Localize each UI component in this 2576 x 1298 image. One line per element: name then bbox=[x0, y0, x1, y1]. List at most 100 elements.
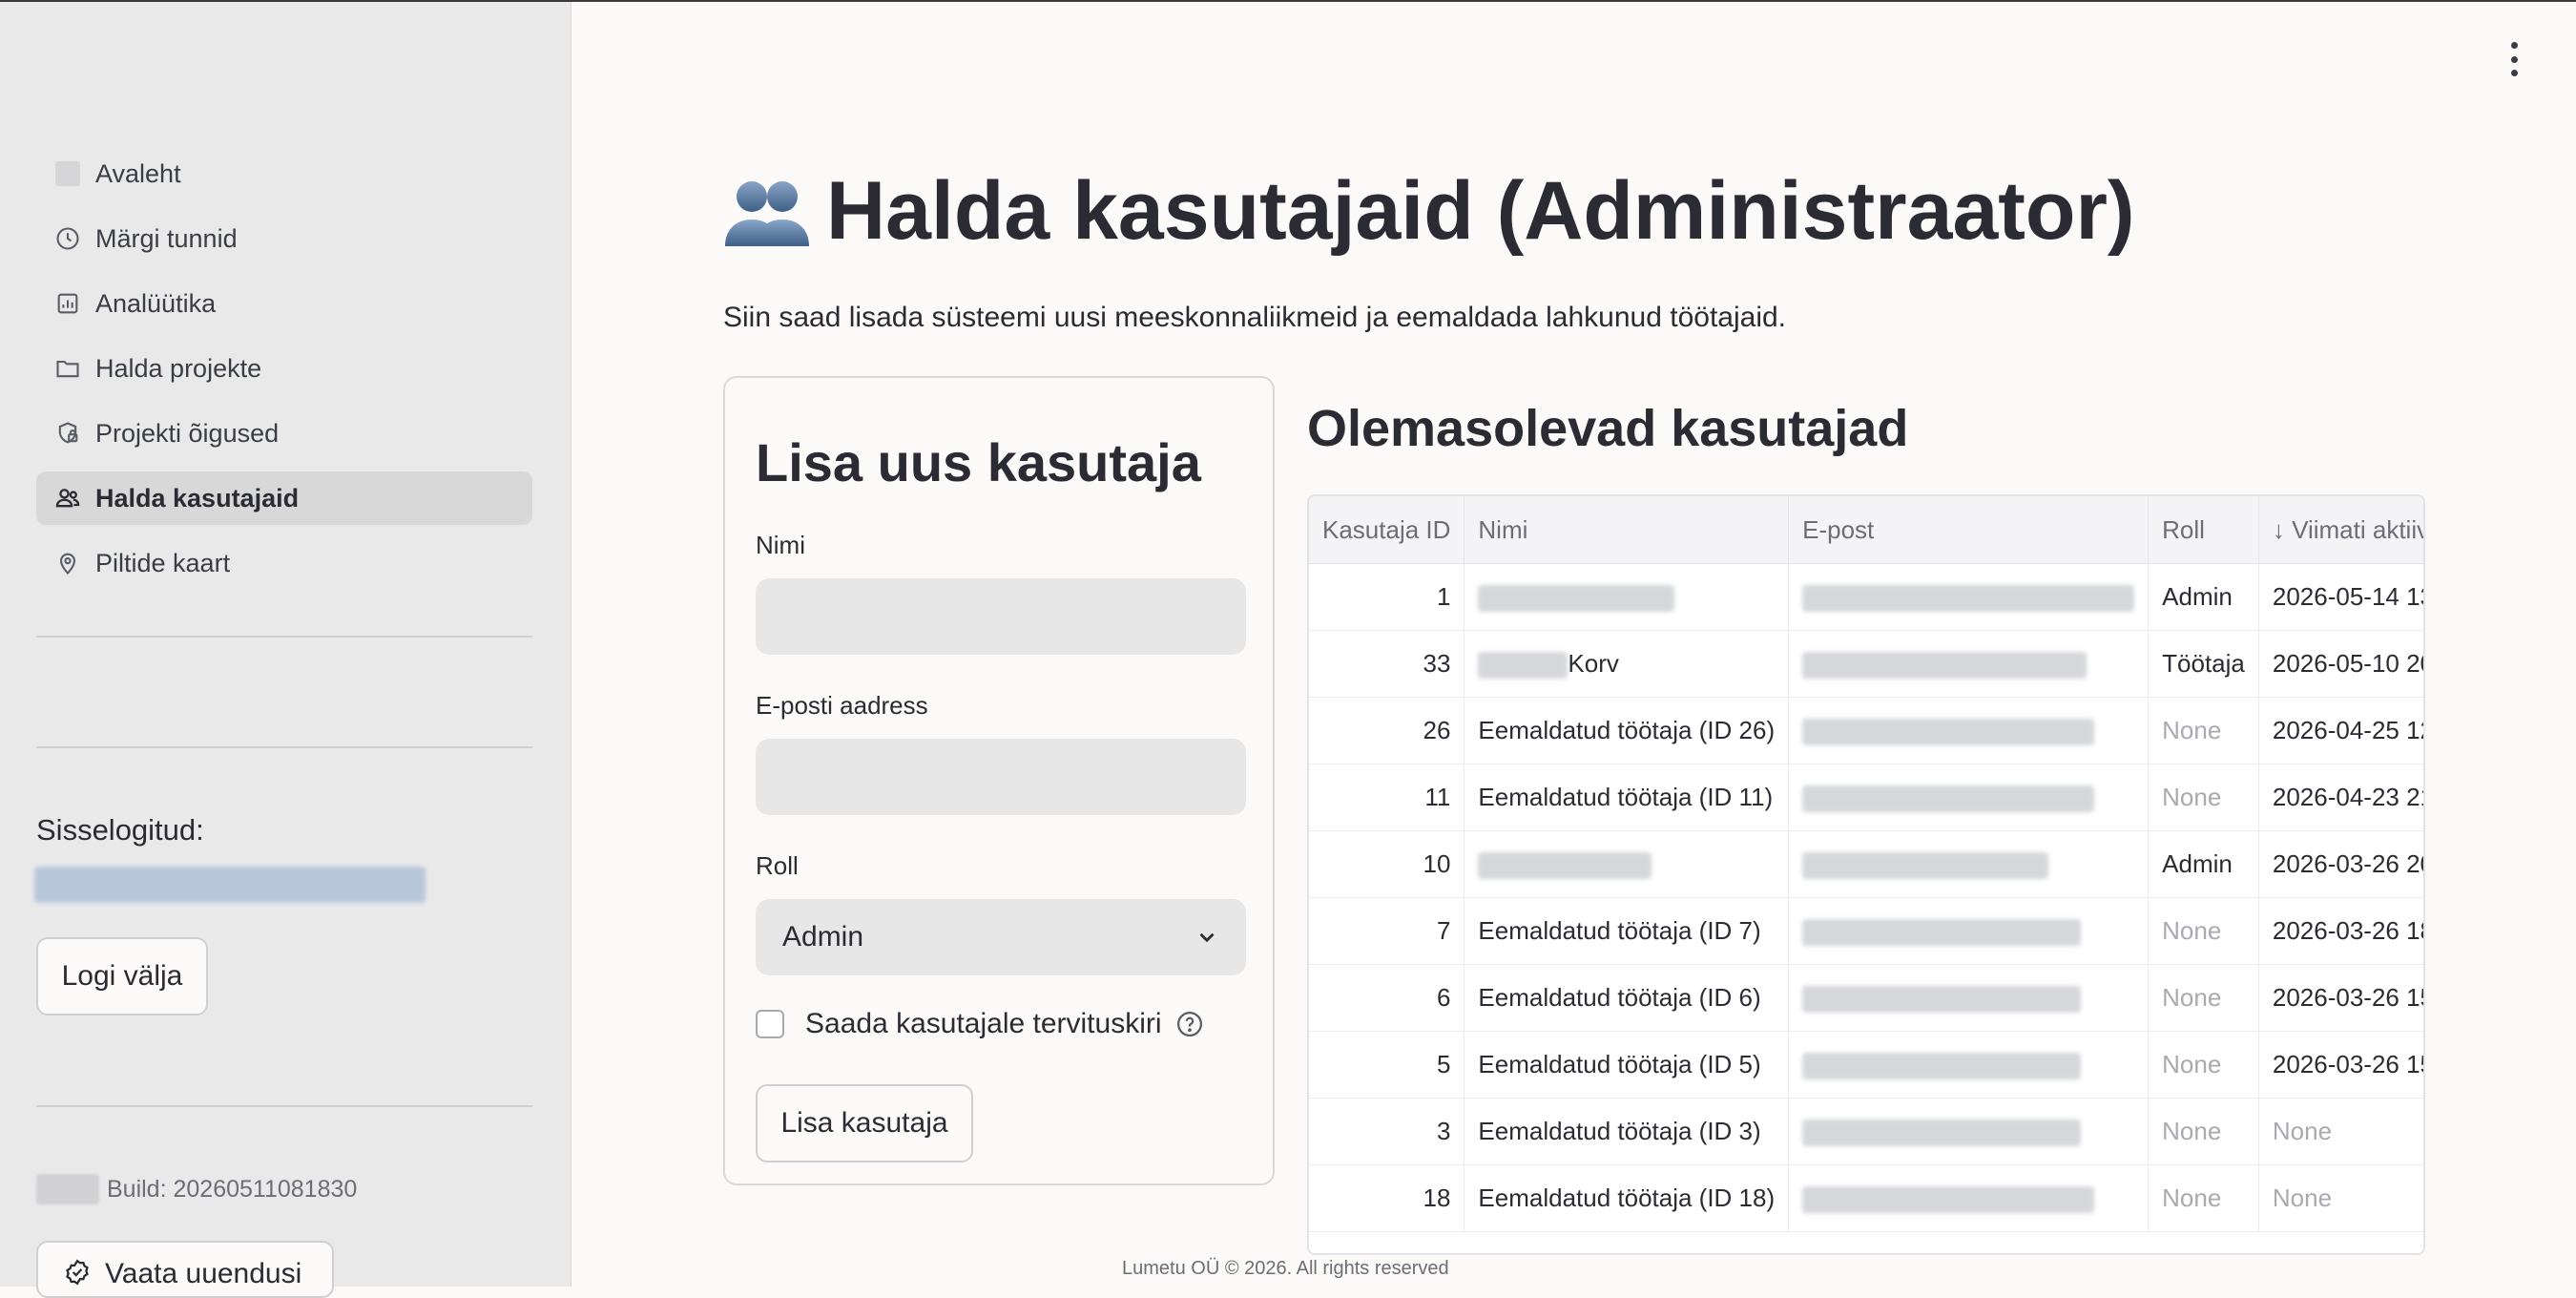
logout-button[interactable]: Logi välja bbox=[36, 937, 208, 1015]
cell-name-text: Eemaldatud töötaja (ID 26) bbox=[1478, 716, 1776, 744]
cell-id: 1 bbox=[1309, 563, 1465, 631]
redacted-email bbox=[1802, 785, 2095, 813]
users-icon bbox=[53, 484, 82, 513]
email-input[interactable] bbox=[756, 739, 1246, 815]
column-header-last-active[interactable]: ↓ Viimati aktiivne bbox=[2258, 496, 2423, 564]
cell-email bbox=[1788, 830, 2150, 898]
redacted-name bbox=[1478, 585, 1675, 613]
redacted-name bbox=[1478, 652, 1568, 680]
cell-id: 5 bbox=[1309, 1031, 1465, 1099]
cell-role: None bbox=[2148, 1031, 2259, 1099]
sidebar-item-label: Halda kasutajaid bbox=[95, 483, 300, 513]
redacted-email bbox=[1802, 652, 2088, 680]
users-emoji-icon bbox=[725, 180, 809, 246]
redacted-email bbox=[1802, 719, 2095, 746]
help-icon[interactable] bbox=[1175, 1010, 1204, 1038]
redacted-email bbox=[1802, 1186, 2095, 1214]
cell-name bbox=[1464, 563, 1790, 631]
cell-name: Eemaldatud töötaja (ID 3) bbox=[1464, 1098, 1790, 1165]
cell-last-active: 2026-03-26 20: bbox=[2258, 830, 2423, 898]
welcome-email-label: Saada kasutajale tervituskiri bbox=[805, 1008, 1162, 1039]
sidebar-item-projekti-oigused[interactable]: Projekti õigused bbox=[36, 407, 532, 460]
sidebar-item-halda-kasutajaid[interactable]: Halda kasutajaid bbox=[36, 471, 532, 525]
chart-icon bbox=[53, 289, 82, 318]
cell-name: Eemaldatud töötaja (ID 18) bbox=[1464, 1164, 1790, 1232]
cell-role: None bbox=[2148, 697, 2259, 764]
sidebar-item-avaleht[interactable]: Avaleht bbox=[36, 147, 532, 200]
table-row[interactable]: 7 Eemaldatud töötaja (ID 7) None 2026-03-26… bbox=[1309, 897, 2423, 965]
sidebar: Avaleht Märgi tunnid Analüütika Halda pr… bbox=[0, 2, 571, 1298]
table-row[interactable]: 11 Eemaldatud töötaja (ID 11) None 2026-04-… bbox=[1309, 764, 2423, 831]
table-row[interactable]: 3 Eemaldatud töötaja (ID 3) None None bbox=[1309, 1098, 2423, 1165]
view-updates-button[interactable]: Vaata uuendusi bbox=[36, 1241, 334, 1298]
table-header-row: Kasutaja ID Nimi E-post Roll ↓ Viimati a… bbox=[1309, 496, 2423, 564]
cell-email bbox=[1788, 563, 2150, 631]
cell-id: 7 bbox=[1309, 897, 1465, 965]
users-table-title: Olemasolevad kasutajad bbox=[1307, 400, 1909, 457]
sidebar-divider bbox=[36, 636, 532, 638]
main-menu-button[interactable] bbox=[2500, 42, 2528, 76]
cell-role: None bbox=[2148, 964, 2259, 1032]
cell-role: Admin bbox=[2148, 830, 2259, 898]
sidebar-item-margi-tunnid[interactable]: Märgi tunnid bbox=[36, 212, 532, 265]
cell-name: Eemaldatud töötaja (ID 26) bbox=[1464, 697, 1790, 764]
table-row[interactable]: 6 Eemaldatud töötaja (ID 6) None 2026-03-26… bbox=[1309, 964, 2423, 1032]
form-title: Lisa uus kasutaja bbox=[756, 432, 1201, 492]
folder-icon bbox=[53, 354, 82, 383]
cell-name: Eemaldatud töötaja (ID 7) bbox=[1464, 897, 1790, 965]
sidebar-nav: Avaleht Märgi tunnid Analüütika Halda pr… bbox=[36, 147, 532, 601]
chevron-down-icon bbox=[1199, 932, 1215, 943]
cell-role: None bbox=[2148, 1164, 2259, 1232]
role-label: Roll bbox=[756, 851, 799, 880]
welcome-email-checkbox[interactable] bbox=[756, 1010, 784, 1038]
cell-name: Eemaldatud töötaja (ID 6) bbox=[1464, 964, 1790, 1032]
cell-last-active: 2026-05-14 13: bbox=[2258, 563, 2423, 631]
cell-email bbox=[1788, 1031, 2150, 1099]
cell-name-text: Korv bbox=[1568, 648, 1619, 678]
sidebar-item-halda-projekte[interactable]: Halda projekte bbox=[36, 342, 532, 395]
table-row[interactable]: 10 Admin 2026-03-26 20: bbox=[1309, 830, 2423, 898]
cell-id: 3 bbox=[1309, 1098, 1465, 1165]
sidebar-item-label: Projekti õigused bbox=[95, 418, 280, 448]
table-row[interactable]: 26 Eemaldatud töötaja (ID 26) None 2026-04-… bbox=[1309, 697, 2423, 764]
footer-text: Lumetu OÜ © 2026. All rights reserved bbox=[1122, 1258, 1449, 1279]
name-input[interactable] bbox=[756, 578, 1246, 655]
redacted-email bbox=[1802, 919, 2082, 947]
cell-name-text: Eemaldatud töötaja (ID 7) bbox=[1478, 916, 1761, 945]
users-table-body: 1 Admin 2026-05-14 13: 33 Korv Töötaja 2026-05… bbox=[1309, 563, 2423, 1232]
sidebar-item-piltide-kaart[interactable]: Piltide kaart bbox=[36, 536, 532, 590]
cell-email bbox=[1788, 897, 2150, 965]
cell-last-active: 2026-03-26 15: bbox=[2258, 964, 2423, 1032]
table-row[interactable]: 5 Eemaldatud töötaja (ID 5) None 2026-03-26… bbox=[1309, 1031, 2423, 1099]
home-placeholder-icon bbox=[53, 159, 82, 188]
column-header-id[interactable]: Kasutaja ID bbox=[1309, 496, 1465, 564]
column-header-email[interactable]: E-post bbox=[1788, 496, 2150, 564]
table-row[interactable]: 1 Admin 2026-05-14 13: bbox=[1309, 563, 2423, 631]
sidebar-item-label: Analüütika bbox=[95, 288, 217, 318]
add-user-button[interactable]: Lisa kasutaja bbox=[756, 1084, 973, 1162]
redacted-email bbox=[1802, 585, 2135, 613]
sidebar-item-label: Piltide kaart bbox=[95, 548, 231, 577]
table-row[interactable]: 18 Eemaldatud töötaja (ID 18) None None bbox=[1309, 1164, 2423, 1232]
sidebar-item-label: Halda projekte bbox=[95, 353, 262, 383]
kebab-dot bbox=[2510, 42, 2518, 49]
logged-in-user-redacted bbox=[34, 867, 426, 903]
cell-name-text: Eemaldatud töötaja (ID 6) bbox=[1478, 983, 1761, 1012]
page-title-text: Halda kasutajaid (Administraator) bbox=[826, 165, 2135, 257]
cell-name-text: Eemaldatud töötaja (ID 18) bbox=[1478, 1183, 1776, 1212]
badge-check-icon bbox=[66, 1259, 89, 1286]
build-logo-redacted bbox=[36, 1174, 99, 1204]
cell-name-text: Eemaldatud töötaja (ID 3) bbox=[1478, 1117, 1761, 1145]
role-select[interactable]: Admin bbox=[756, 899, 1246, 975]
name-label: Nimi bbox=[756, 531, 805, 559]
welcome-email-option: Saada kasutajale tervituskiri bbox=[756, 1008, 1204, 1040]
column-header-name[interactable]: Nimi bbox=[1464, 496, 1790, 564]
cell-id: 33 bbox=[1309, 630, 1465, 698]
cell-name: Korv bbox=[1464, 630, 1790, 698]
users-table-container[interactable]: Kasutaja ID Nimi E-post Roll ↓ Viimati a… bbox=[1307, 494, 2425, 1255]
table-row[interactable]: 33 Korv Töötaja 2026-05-10 20: bbox=[1309, 630, 2423, 698]
cell-last-active: 2026-03-26 18: bbox=[2258, 897, 2423, 965]
cell-role: None bbox=[2148, 897, 2259, 965]
column-header-role[interactable]: Roll bbox=[2148, 496, 2259, 564]
sidebar-item-analuutika[interactable]: Analüütika bbox=[36, 277, 532, 330]
